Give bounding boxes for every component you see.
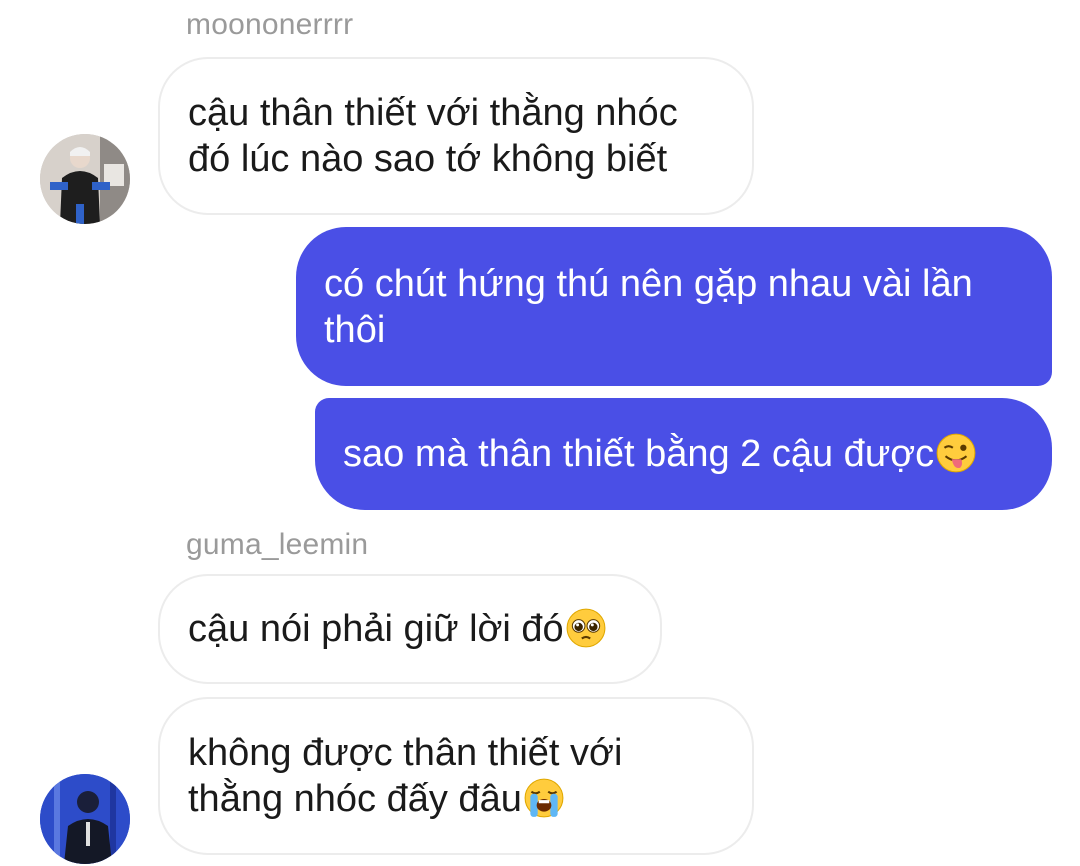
avatar-moononerrrr[interactable] bbox=[40, 134, 130, 224]
message-bubble-incoming[interactable]: cậu thân thiết với thằng nhóc đó lúc nào… bbox=[158, 57, 754, 215]
message-bubble-outgoing[interactable]: sao mà thân thiết bằng 2 cậu được bbox=[315, 398, 1052, 510]
message-text: cậu nói phải giữ lời đó bbox=[188, 608, 564, 650]
message-bubble-incoming[interactable]: cậu nói phải giữ lời đó bbox=[158, 574, 662, 684]
sender-name: moononerrrr bbox=[186, 8, 354, 41]
pleading-face-icon bbox=[566, 608, 606, 648]
avatar-guma-leemin[interactable] bbox=[40, 774, 130, 864]
sender-name: guma_leemin bbox=[186, 528, 369, 561]
message-bubble-outgoing[interactable]: có chút hứng thú nên gặp nhau vài lần th… bbox=[296, 227, 1052, 386]
loudly-crying-face-icon bbox=[524, 778, 564, 818]
message-bubble-incoming[interactable]: không được thân thiết với thằng nhóc đấy… bbox=[158, 697, 754, 855]
message-text: cậu thân thiết với thằng nhóc đó lúc nào… bbox=[188, 92, 678, 180]
profile-photo-icon bbox=[40, 774, 130, 864]
message-text: có chút hứng thú nên gặp nhau vài lần th… bbox=[324, 262, 973, 351]
message-text: sao mà thân thiết bằng 2 cậu được bbox=[343, 433, 935, 475]
winking-face-with-tongue-icon bbox=[936, 433, 976, 473]
profile-photo-icon bbox=[40, 134, 130, 224]
